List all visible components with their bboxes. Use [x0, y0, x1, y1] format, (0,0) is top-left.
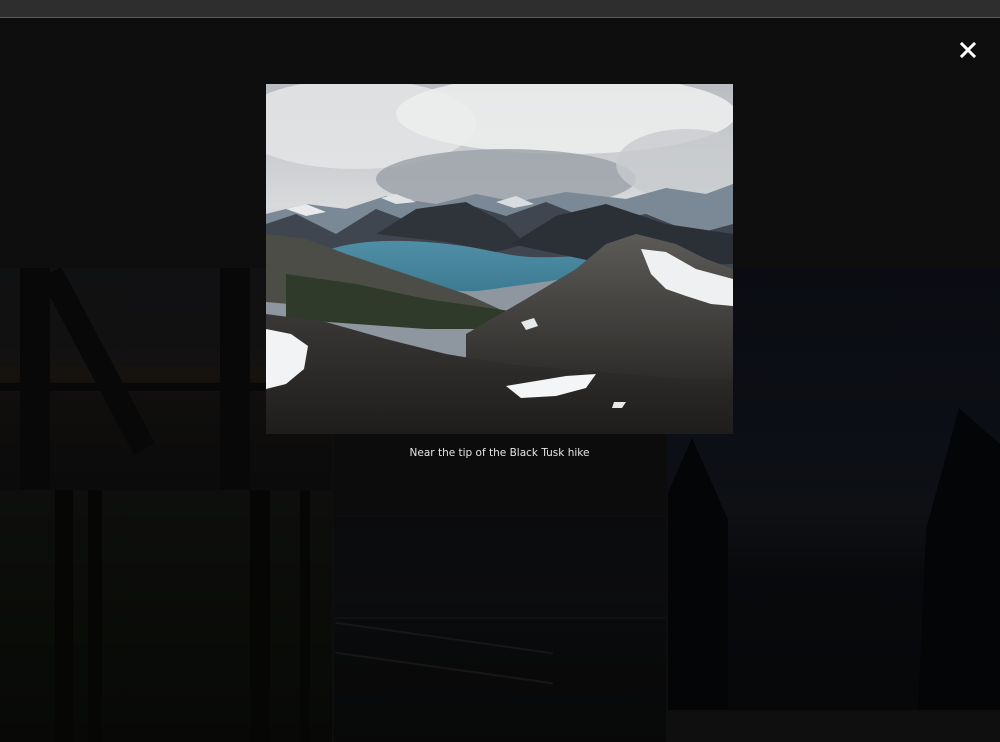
lightbox-photo: [266, 84, 733, 434]
photo-caption: Near the tip of the Black Tusk hike: [409, 447, 590, 459]
close-icon: [956, 38, 980, 62]
close-button[interactable]: [956, 38, 980, 62]
browser-top-bar: [0, 0, 1000, 18]
lightbox-page: Near the tip of the Black Tusk hike: [0, 0, 1000, 742]
